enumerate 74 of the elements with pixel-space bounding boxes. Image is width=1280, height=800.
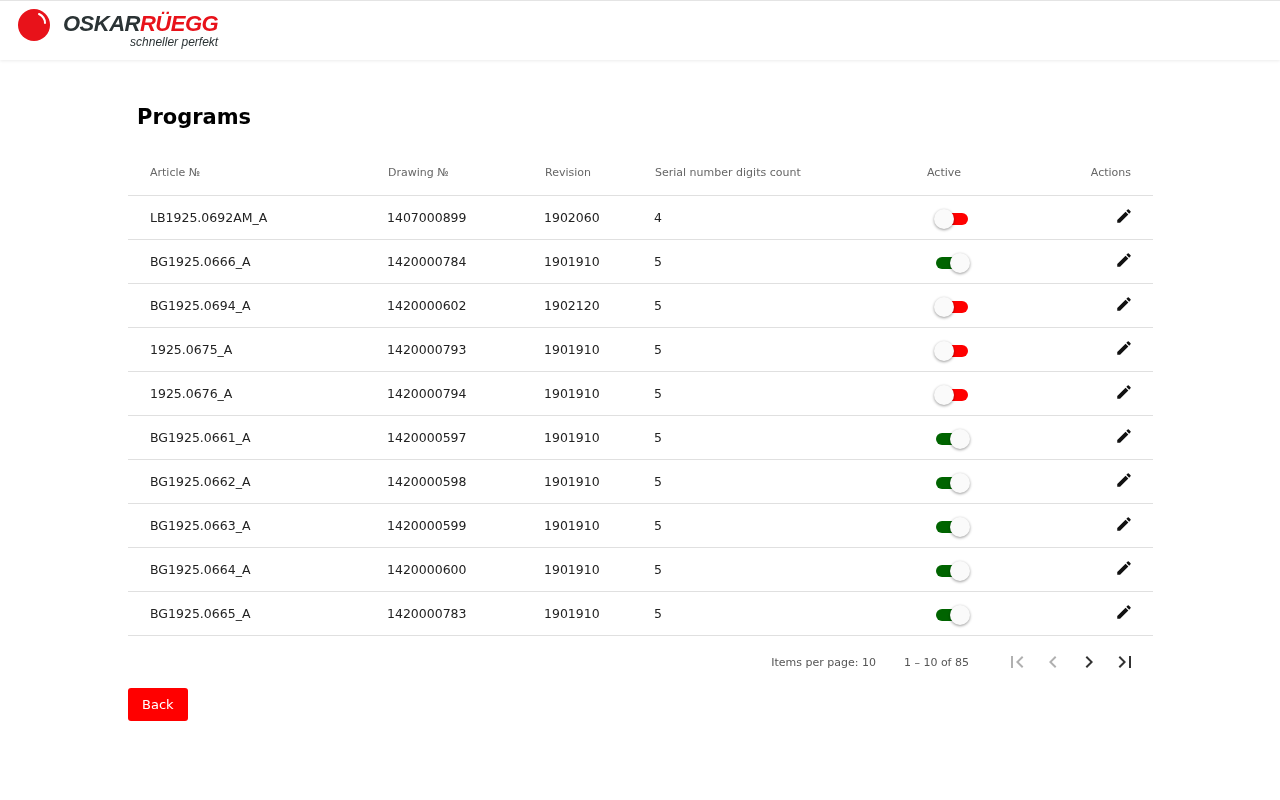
table-cell: LB1925.0692AM_A	[150, 210, 268, 225]
table-cell: 1902120	[544, 298, 600, 313]
column-header: Drawing №	[388, 166, 449, 179]
table-cell: 1901910	[544, 254, 600, 269]
table-cell: 1901910	[544, 342, 600, 357]
pencil-icon	[1115, 207, 1133, 225]
table-cell: BG1925.0665_A	[150, 606, 251, 621]
table-cell: 1925.0675_A	[150, 342, 233, 357]
table-cell: 1902060	[544, 210, 600, 225]
table-cell: BG1925.0666_A	[150, 254, 251, 269]
table-cell: 1901910	[544, 606, 600, 621]
pencil-icon	[1115, 295, 1133, 313]
table-cell: 1420000783	[387, 606, 467, 621]
pencil-icon	[1115, 383, 1133, 401]
table-cell: 1420000599	[387, 518, 467, 533]
table-cell: 1901910	[544, 518, 600, 533]
edit-button[interactable]	[1115, 383, 1133, 401]
edit-button[interactable]	[1115, 559, 1133, 577]
edit-button[interactable]	[1115, 251, 1133, 269]
table-cell: BG1925.0661_A	[150, 430, 251, 445]
table-cell: 1901910	[544, 430, 600, 445]
pencil-icon	[1115, 427, 1133, 445]
edit-button[interactable]	[1115, 427, 1133, 445]
edit-button[interactable]	[1115, 207, 1133, 225]
items-per-page-label: Items per page: 10	[771, 655, 876, 669]
pencil-icon	[1115, 471, 1133, 489]
table-cell: 1420000598	[387, 474, 467, 489]
pencil-icon	[1115, 339, 1133, 357]
column-header: Revision	[545, 166, 591, 179]
table-cell: 5	[654, 430, 662, 445]
table-cell: 1420000602	[387, 298, 467, 313]
page-range-label: 1 – 10 of 85	[903, 655, 969, 669]
table-cell: 1420000784	[387, 254, 467, 269]
table-cell: 1407000899	[387, 210, 467, 225]
table-cell: 1420000793	[387, 342, 467, 357]
table-cell: 1420000794	[387, 386, 467, 401]
table-cell: 5	[654, 386, 662, 401]
table-cell: 1420000600	[387, 562, 467, 577]
table-cell: 1901910	[544, 562, 600, 577]
page-title: Programs	[137, 104, 253, 130]
back-button[interactable]: Back	[128, 688, 188, 721]
logo-tagline: schneller perfekt	[130, 34, 219, 49]
table-cell: 1925.0676_A	[150, 386, 233, 401]
pencil-icon	[1115, 559, 1133, 577]
logo-wordmark: RÜEGG	[139, 12, 219, 35]
table-cell: BG1925.0663_A	[150, 518, 251, 533]
table-cell: 5	[654, 562, 662, 577]
edit-button[interactable]	[1115, 471, 1133, 489]
column-header: Active	[927, 166, 962, 179]
table-cell: BG1925.0664_A	[150, 562, 251, 577]
table-cell: 1420000597	[387, 430, 467, 445]
edit-button[interactable]	[1115, 603, 1133, 621]
pencil-icon	[1115, 603, 1133, 621]
logo-wordmark: OSKAR	[63, 12, 140, 35]
column-header: Actions	[1090, 166, 1131, 179]
pencil-icon	[1115, 515, 1133, 533]
table-cell: 5	[654, 606, 662, 621]
edit-button[interactable]	[1115, 339, 1133, 357]
table-cell: 5	[654, 254, 662, 269]
logo-ball-icon	[17, 7, 51, 42]
edit-button[interactable]	[1115, 295, 1133, 313]
table-cell: 4	[654, 210, 662, 225]
table-cell: 5	[654, 342, 662, 357]
edit-button[interactable]	[1115, 515, 1133, 533]
table-cell: BG1925.0662_A	[150, 474, 251, 489]
table-cell: 5	[654, 298, 662, 313]
table-cell: 1901910	[544, 386, 600, 401]
table-cell: 5	[654, 518, 662, 533]
table-cell: 5	[654, 474, 662, 489]
table-cell: BG1925.0694_A	[150, 298, 251, 313]
column-header: Article №	[150, 166, 201, 179]
table-cell: 1901910	[544, 474, 600, 489]
column-header: Serial number digits count	[655, 166, 801, 179]
pencil-icon	[1115, 251, 1133, 269]
